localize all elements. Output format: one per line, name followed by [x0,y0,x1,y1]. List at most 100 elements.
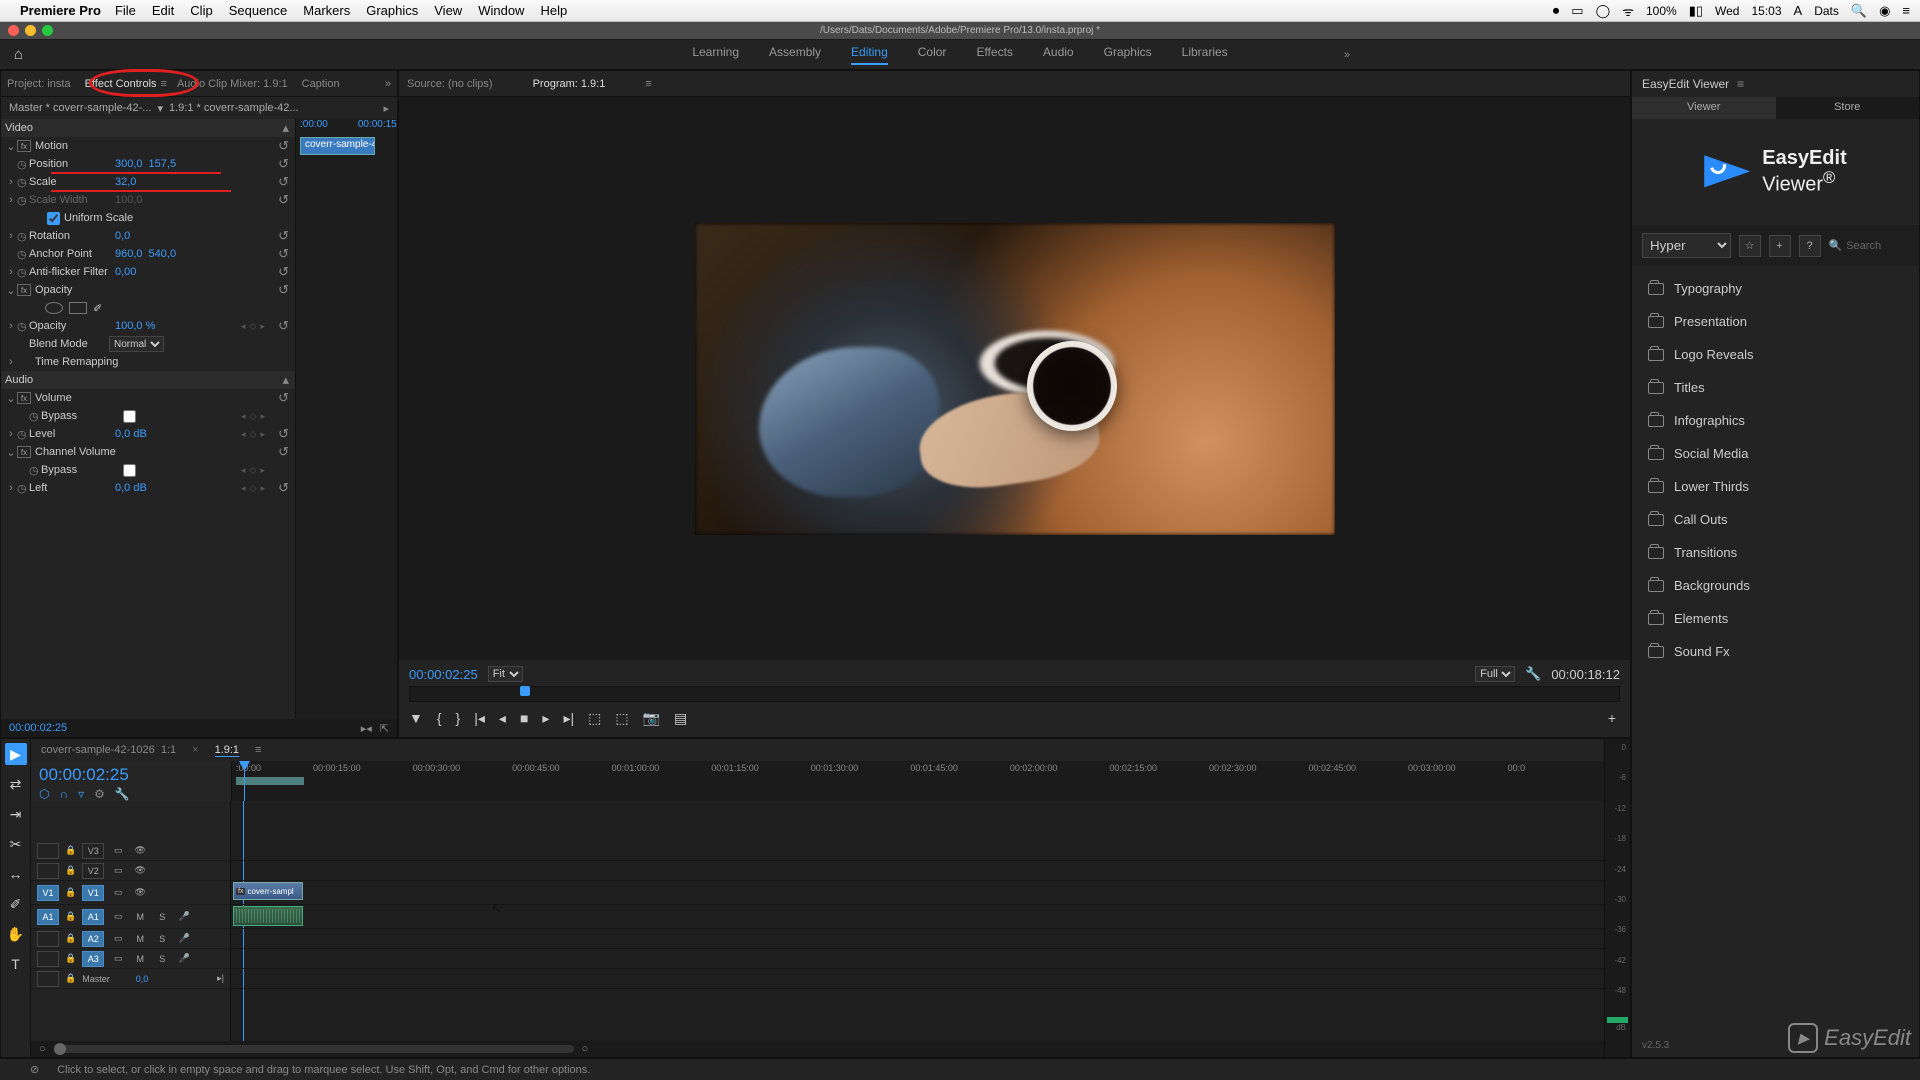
add-icon[interactable]: + [1769,235,1791,257]
pen-tool[interactable]: ✐ [5,893,27,915]
favorite-icon[interactable]: ☆ [1739,235,1761,257]
folder-call-outs[interactable]: Call Outs [1632,503,1919,536]
mark-out-icon[interactable]: } [456,710,461,727]
panel-menu-icon[interactable]: ≡ [645,78,651,90]
battery-icon[interactable]: ▮▯ [1689,3,1703,19]
panel-overflow-icon[interactable]: » [385,78,391,90]
uniform-scale-checkbox[interactable] [47,212,60,225]
go-to-end-icon[interactable]: ▸| [217,973,224,984]
tab-effect-controls[interactable]: Effect Controls [85,78,157,90]
ec-remap[interactable]: Time Remapping [35,356,118,368]
wrench-icon[interactable]: 🔧 [115,787,130,801]
blend-mode-select[interactable]: Normal [109,336,164,352]
ec-volume[interactable]: Volume [35,392,115,404]
left-value[interactable]: 0,0 dB [115,482,147,494]
play-icon[interactable]: ■ [520,710,528,727]
work-area-bar[interactable] [236,777,304,785]
search-input[interactable]: 🔍 Search [1829,239,1910,252]
menu-sequence[interactable]: Sequence [229,3,288,18]
program-scrubber[interactable] [409,686,1620,702]
track-v3[interactable]: V3 [82,843,104,859]
hand-tool[interactable]: ✋ [5,923,27,945]
go-to-in-icon[interactable]: |◂ [474,710,485,727]
folder-lower-thirds[interactable]: Lower Thirds [1632,470,1919,503]
video-clip[interactable]: fxcoverr-sampl [233,882,303,900]
workspace-overflow-icon[interactable]: » [1344,49,1350,61]
close-window-button[interactable] [8,25,19,36]
bypass-checkbox[interactable] [123,410,136,423]
timeline-tab-1[interactable]: coverr-sample-42-1026 1:1 [41,744,176,756]
ec-video-header[interactable]: Video [5,122,85,134]
folder-transitions[interactable]: Transitions [1632,536,1919,569]
tab-source[interactable]: Source: (no clips) [407,78,493,90]
comparison-icon[interactable]: ▤ [674,710,687,727]
tab-program[interactable]: Program: 1.9:1 [533,78,606,90]
folder-infographics[interactable]: Infographics [1632,404,1919,437]
toggle-sync-lock[interactable]: 👁 [132,845,148,856]
chevron-down-icon[interactable]: ▾ [157,102,163,115]
bypass2-checkbox[interactable] [123,464,136,477]
source-v1[interactable]: V1 [37,885,59,901]
extract-icon[interactable]: ⬚ [615,710,628,727]
folder-presentation[interactable]: Presentation [1632,305,1919,338]
rotation-value[interactable]: 0,0 [115,230,130,242]
ec-opacity-group[interactable]: Opacity [35,284,115,296]
pen-mask-icon[interactable]: ✐ [93,302,111,314]
program-monitor-canvas[interactable] [695,223,1335,535]
menu-help[interactable]: Help [540,3,567,18]
workspace-graphics[interactable]: Graphics [1104,45,1152,65]
selection-tool[interactable]: ▶ [5,743,27,765]
resolution-select[interactable]: Full [1475,666,1515,682]
reset-icon[interactable]: ↺ [278,174,289,190]
easyedit-title[interactable]: EasyEdit Viewer [1642,77,1729,91]
folder-logo-reveals[interactable]: Logo Reveals [1632,338,1919,371]
menu-clip[interactable]: Clip [190,3,212,18]
lock-icon[interactable]: 🔒 [65,845,76,856]
level-value[interactable]: 0,0 dB [115,428,147,440]
ec-chvol[interactable]: Channel Volume [35,446,116,458]
track-lanes[interactable]: fxcoverr-sampl ↖ [231,801,1604,1041]
timeline-tab-2[interactable]: 1.9:1 [215,744,239,757]
add-marker-icon[interactable]: ▼ [409,710,423,727]
folder-social-media[interactable]: Social Media [1632,437,1919,470]
flicker-value[interactable]: 0,00 [115,266,136,278]
workspace-libraries[interactable]: Libraries [1182,45,1228,65]
twirl-icon[interactable]: ⌄ [5,140,17,153]
ec-export-icon[interactable]: ⇱ [380,722,389,735]
workspace-color[interactable]: Color [918,45,947,65]
anchor-y[interactable]: 540,0 [149,248,177,260]
scale-value[interactable]: 32,0 [115,176,136,188]
rect-mask-icon[interactable] [69,302,87,314]
stopwatch-icon[interactable]: ◷ [17,176,29,189]
menubar-user[interactable]: Dats [1814,4,1839,18]
menubar-time[interactable]: 15:03 [1751,4,1781,18]
snap-icon[interactable]: ⬡ [39,787,49,801]
timeline-timecode[interactable]: 00:00:02:25 [39,765,223,785]
ec-motion[interactable]: Motion [35,140,115,152]
folder-titles[interactable]: Titles [1632,371,1919,404]
screen-record-icon[interactable]: ⏺ [1553,3,1560,19]
ripple-edit-tool[interactable]: ⇥ [5,803,27,825]
panel-menu-icon[interactable]: ≡ [255,744,261,756]
collapse-icon[interactable]: ▴ [282,120,289,136]
folder-sound-fx[interactable]: Sound Fx [1632,635,1919,668]
reset-icon[interactable]: ↺ [278,138,289,154]
ec-play-icon[interactable]: ▸ [383,102,389,115]
export-frame-icon[interactable]: 📷 [643,710,660,727]
slip-tool[interactable]: ↔ [5,863,27,885]
ec-sequence-clip[interactable]: 1.9:1 * coverr-sample-42... [169,102,299,114]
wrench-icon[interactable]: 🔧 [1525,666,1541,682]
position-x[interactable]: 300,0 [115,158,143,170]
anchor-x[interactable]: 960,0 [115,248,143,260]
ec-loop-icon[interactable]: ▸◂ [361,722,372,735]
go-to-out-icon[interactable]: ▸| [563,710,574,727]
wifi-icon[interactable]: ᯤ [1622,2,1634,20]
folder-typography[interactable]: Typography [1632,272,1919,305]
spotlight-icon[interactable]: 🔍 [1851,3,1867,19]
toggle-track-output[interactable]: ▭ [110,845,126,856]
help-icon[interactable]: ? [1799,235,1821,257]
opacity-value[interactable]: 100,0 % [115,320,155,332]
audio-clip[interactable] [233,906,303,926]
zoom-handle[interactable] [54,1043,66,1055]
folder-backgrounds[interactable]: Backgrounds [1632,569,1919,602]
